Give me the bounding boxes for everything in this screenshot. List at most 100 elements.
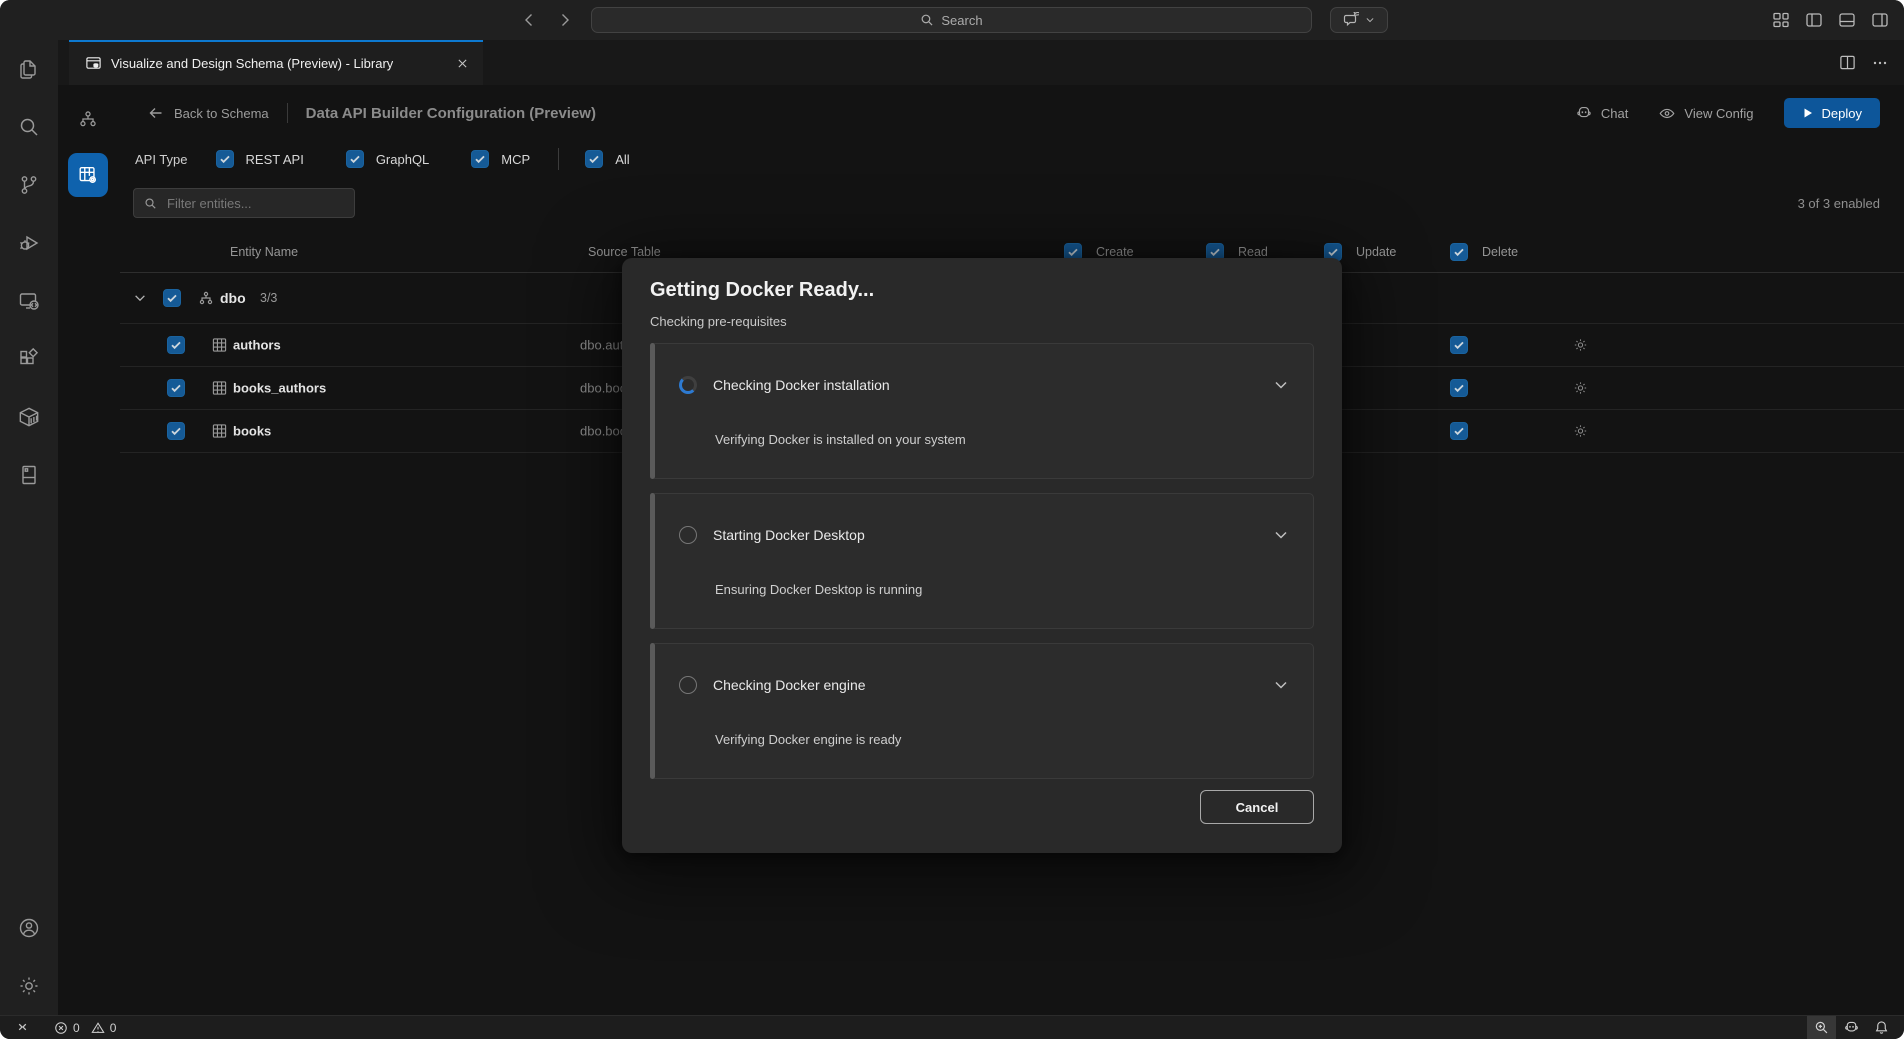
chat-label: Chat [1601, 106, 1628, 121]
col-delete-label: Delete [1482, 245, 1518, 259]
split-editor-icon[interactable] [1839, 54, 1856, 71]
page-title: Data API Builder Configuration (Preview) [306, 105, 596, 122]
database-projects-icon[interactable] [0, 446, 58, 504]
filter-entities-input[interactable] [165, 195, 345, 212]
arrow-left-icon [148, 105, 164, 121]
back-to-schema-button[interactable]: Back to Schema [148, 105, 269, 121]
col-update-label: Update [1356, 245, 1396, 259]
step-card-docker-installation: Checking Docker installation Verifying D… [650, 343, 1314, 479]
spinner-icon [679, 376, 697, 394]
dialog-title: Getting Docker Ready... [650, 276, 1314, 304]
dialog-subtitle: Checking pre-requisites [650, 314, 1314, 329]
table-grid-icon [212, 338, 227, 353]
run-debug-icon[interactable] [0, 214, 58, 272]
settings-gear-icon[interactable] [0, 957, 58, 1015]
row-checkbox[interactable] [167, 422, 185, 440]
api-option-mcp[interactable]: MCP [471, 150, 530, 168]
tab-title: Visualize and Design Schema (Preview) - … [111, 56, 393, 71]
rest-api-checkbox[interactable] [216, 150, 234, 168]
col-read-label: Read [1238, 245, 1268, 259]
search-view-icon[interactable] [0, 98, 58, 156]
activity-bar [0, 40, 58, 1015]
delete-checkbox[interactable] [1450, 422, 1468, 440]
chat-sparkle-icon [1343, 12, 1359, 28]
delete-checkbox[interactable] [1450, 379, 1468, 397]
row-settings-gear-icon[interactable] [1572, 380, 1589, 397]
chevron-down-icon [1365, 15, 1375, 25]
more-actions-icon[interactable] [1872, 55, 1888, 71]
title-bar: Search [0, 0, 1904, 40]
command-center-search[interactable]: Search [591, 7, 1312, 33]
chat-button[interactable]: Chat [1575, 104, 1628, 122]
extensions-icon[interactable] [0, 330, 58, 388]
remote-indicator-icon[interactable] [8, 1016, 37, 1039]
api-option-rest[interactable]: REST API [216, 150, 304, 168]
toggle-primary-sidebar-icon[interactable] [1804, 10, 1824, 30]
forward-arrow-icon[interactable] [556, 11, 574, 29]
row-checkbox[interactable] [167, 379, 185, 397]
explorer-icon[interactable] [0, 40, 58, 98]
copilot-icon [1575, 104, 1593, 122]
view-config-button[interactable]: View Config [1658, 104, 1753, 122]
row-settings-gear-icon[interactable] [1572, 423, 1589, 440]
error-icon [54, 1021, 68, 1035]
pending-circle-icon [679, 526, 697, 544]
delete-checkbox[interactable] [1450, 336, 1468, 354]
chevron-down-icon[interactable] [1273, 527, 1289, 543]
step-accent-bar [650, 643, 655, 779]
cancel-button[interactable]: Cancel [1200, 790, 1314, 824]
close-tab-icon[interactable] [453, 55, 471, 73]
collapse-chevron-icon[interactable] [133, 291, 147, 305]
api-option-graphql[interactable]: GraphQL [346, 150, 429, 168]
zoom-indicator-icon[interactable] [1807, 1016, 1836, 1039]
remote-explorer-icon[interactable] [0, 272, 58, 330]
col-create-label: Create [1096, 245, 1134, 259]
step-header: Checking Docker installation [679, 376, 1289, 394]
problems-indicator[interactable]: 0 0 [47, 1016, 123, 1039]
account-icon[interactable] [0, 899, 58, 957]
eye-icon [1658, 104, 1676, 122]
step-description: Verifying Docker engine is ready [715, 732, 901, 747]
play-icon [1802, 107, 1814, 119]
col-delete-checkbox[interactable] [1450, 243, 1468, 261]
search-label: Search [941, 13, 982, 28]
toggle-panel-icon[interactable] [1837, 10, 1857, 30]
api-option-all[interactable]: All [585, 150, 629, 168]
mcp-checkbox[interactable] [471, 150, 489, 168]
entity-name: authors [233, 338, 281, 353]
graphql-checkbox[interactable] [346, 150, 364, 168]
group-checkbox[interactable] [163, 289, 181, 307]
containers-icon[interactable] [0, 388, 58, 446]
row-settings-gear-icon[interactable] [1572, 337, 1589, 354]
notifications-bell-icon[interactable] [1867, 1016, 1896, 1039]
chevron-down-icon[interactable] [1273, 377, 1289, 393]
step-card-docker-desktop: Starting Docker Desktop Ensuring Docker … [650, 493, 1314, 629]
customize-layout-icon[interactable] [1771, 10, 1791, 30]
step-header: Starting Docker Desktop [679, 526, 1289, 544]
table-grid-icon [212, 381, 227, 396]
view-config-label: View Config [1684, 106, 1753, 121]
tab-visualize-design-schema[interactable]: Visualize and Design Schema (Preview) - … [69, 40, 483, 85]
tab-strip: Visualize and Design Schema (Preview) - … [58, 40, 1904, 85]
step-title: Starting Docker Desktop [713, 527, 865, 543]
entity-name: books [233, 424, 271, 439]
vscode-window: Search [0, 0, 1904, 1039]
copilot-status-icon[interactable] [1836, 1016, 1867, 1039]
toggle-secondary-sidebar-icon[interactable] [1870, 10, 1890, 30]
warning-count: 0 [110, 1021, 117, 1035]
group-count: 3/3 [260, 291, 277, 305]
step-accent-bar [650, 493, 655, 629]
chevron-down-icon[interactable] [1273, 677, 1289, 693]
warning-icon [91, 1021, 105, 1035]
deploy-button[interactable]: Deploy [1784, 98, 1880, 128]
source-control-icon[interactable] [0, 156, 58, 214]
copilot-menu-button[interactable] [1330, 7, 1388, 33]
row-checkbox[interactable] [167, 336, 185, 354]
editor-actions [1839, 40, 1888, 85]
header-divider [287, 103, 288, 123]
filter-row: 3 of 3 enabled [58, 185, 1904, 221]
all-checkbox[interactable] [585, 150, 603, 168]
error-count: 0 [73, 1021, 80, 1035]
all-label: All [615, 152, 629, 167]
back-arrow-icon[interactable] [520, 11, 538, 29]
